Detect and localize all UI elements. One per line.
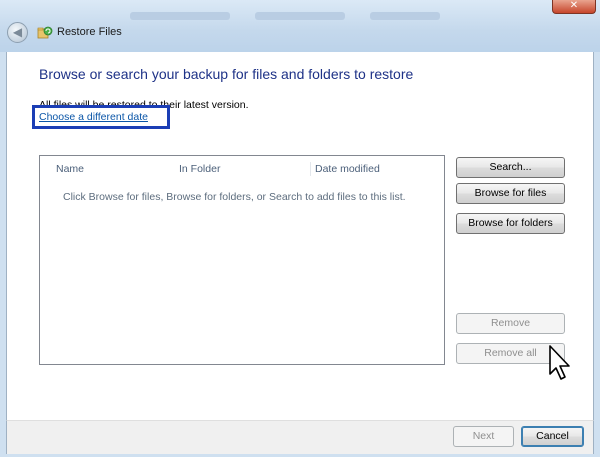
background-blur (130, 12, 230, 20)
mouse-pointer-icon (549, 345, 570, 380)
window-title: Restore Files (57, 26, 122, 38)
browse-folders-button[interactable]: Browse for folders (456, 213, 565, 234)
next-button[interactable]: Next (453, 426, 514, 447)
search-button[interactable]: Search... (456, 157, 565, 178)
column-header-date-modified[interactable]: Date modified (310, 162, 380, 176)
background-blur (370, 12, 440, 20)
file-list[interactable]: Name In Folder Date modified Click Brows… (39, 155, 445, 365)
background-blur (255, 12, 345, 20)
remove-button[interactable]: Remove (456, 313, 565, 334)
back-arrow-icon[interactable]: ◀ (7, 22, 28, 43)
column-header-in-folder[interactable]: In Folder (179, 162, 220, 176)
close-icon[interactable]: ✕ (552, 0, 596, 14)
page-title: Browse or search your backup for files a… (39, 66, 414, 82)
highlight-box (32, 105, 170, 129)
cancel-button[interactable]: Cancel (521, 426, 584, 447)
browse-files-button[interactable]: Browse for files (456, 183, 565, 204)
restore-files-icon (37, 26, 53, 39)
window-titlebar: ✕ ◀ Restore Files (0, 0, 600, 52)
column-header-name[interactable]: Name (56, 162, 84, 176)
empty-list-message: Click Browse for files, Browse for folde… (63, 191, 406, 203)
